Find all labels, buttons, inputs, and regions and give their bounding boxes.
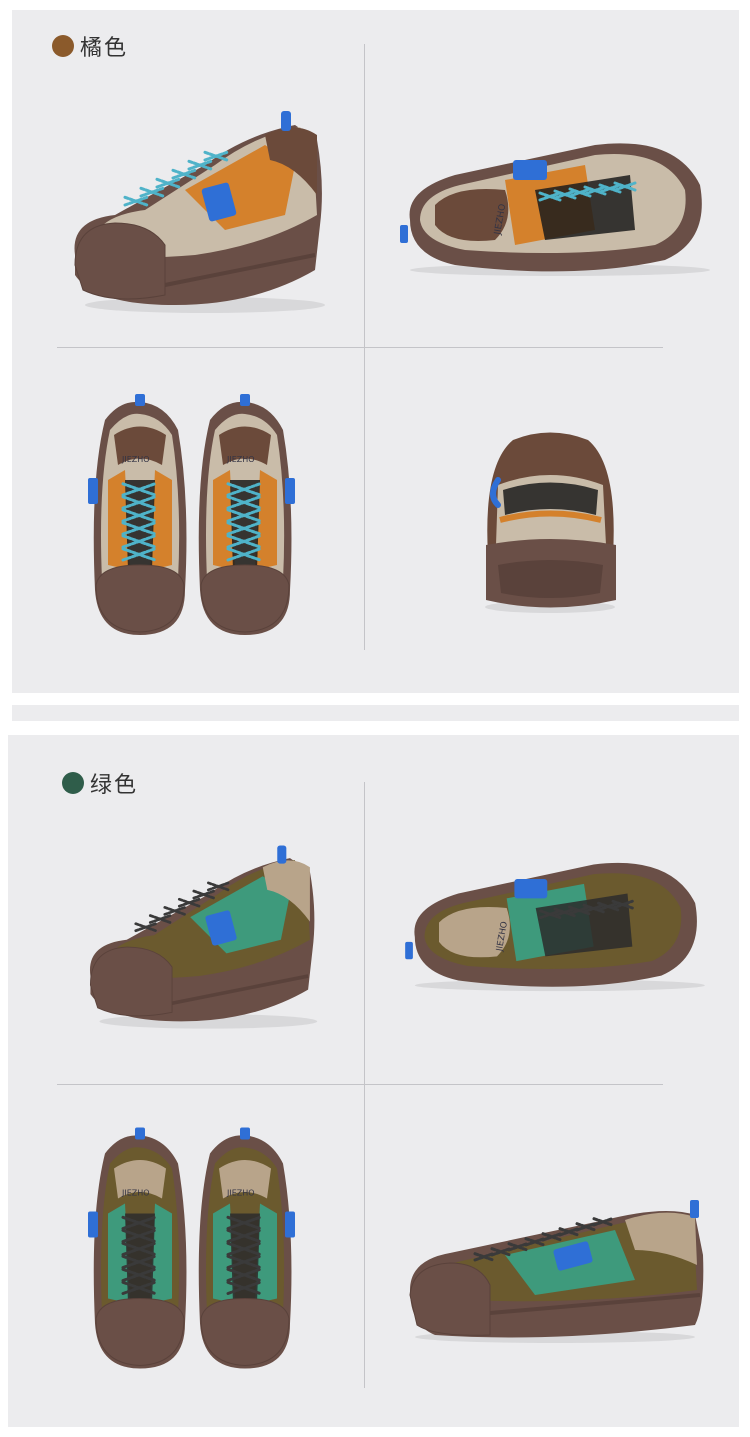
green-shoe-top-view: JIEZHO: [395, 850, 715, 995]
brand-text: JIEZHO: [121, 1189, 150, 1198]
shoe-pair-graphic: JIEZHO JIEZHO: [88, 394, 295, 635]
shoe-outer-graphic: [409, 1200, 704, 1343]
orange-shoe-front-pair: JIEZHO JIEZHO: [85, 390, 300, 645]
brand-text: JIEZHO: [226, 455, 255, 464]
shoe-top-graphic: JIEZHO: [400, 143, 710, 276]
shoe-side-graphic: [89, 845, 318, 1029]
orange-shoe-top-view: JIEZHO: [395, 130, 715, 280]
brand-text: JIEZHO: [226, 1189, 255, 1198]
green-shoe-side-view: [62, 840, 332, 1035]
orange-label-text: 橘色: [80, 36, 129, 61]
green-color-swatch: [62, 772, 84, 794]
shoe-back-graphic: [485, 432, 616, 613]
grid-divider-vertical: [364, 782, 365, 1388]
orange-shoe-side-view: [55, 105, 330, 320]
green-shoe-outer-side-view: [405, 1195, 710, 1345]
green-color-label: 绿色: [62, 767, 138, 799]
brand-text: JIEZHO: [121, 455, 150, 464]
grid-divider-horizontal: [57, 347, 663, 348]
orange-shoe-back-view: [478, 425, 623, 615]
section-separator: [12, 705, 739, 721]
shoe-top-graphic: JIEZHO: [405, 862, 705, 992]
shoe-side-graphic: [74, 111, 325, 313]
shoe-pair-graphic: JIEZHO JIEZHO: [88, 1127, 295, 1369]
green-shoe-front-pair: JIEZHO JIEZHO: [85, 1122, 300, 1380]
grid-divider-horizontal: [57, 1084, 663, 1085]
orange-color-label: 橘色: [52, 30, 128, 62]
green-label-text: 绿色: [90, 773, 139, 798]
orange-color-swatch: [52, 35, 74, 57]
